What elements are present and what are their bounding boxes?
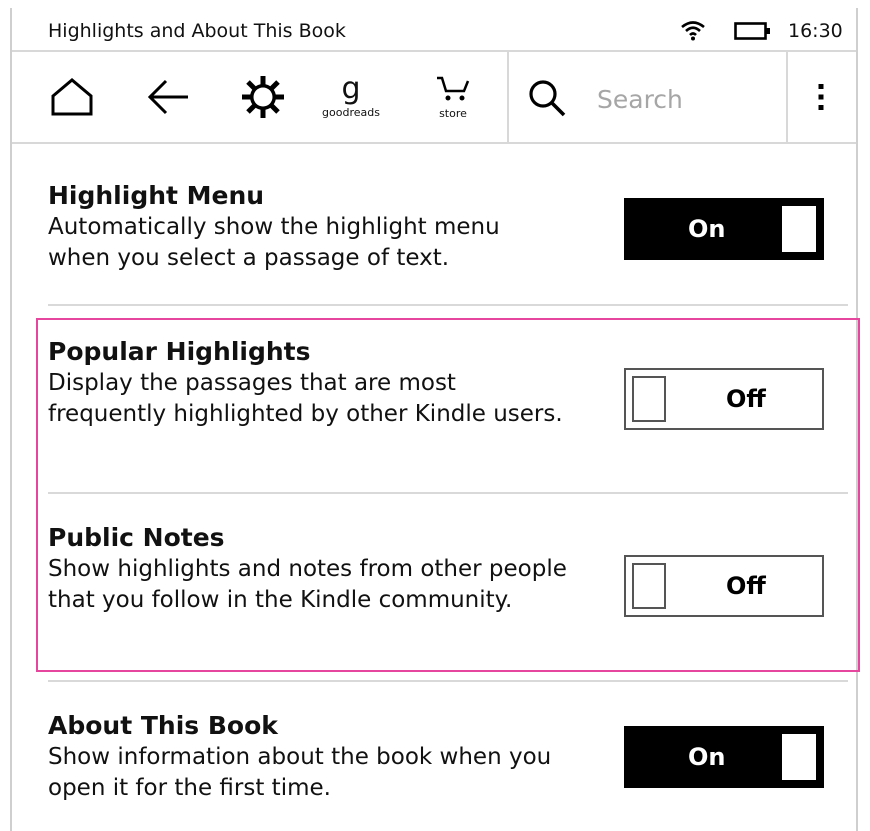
setting-title: Popular Highlights <box>48 337 311 366</box>
toggle-knob <box>782 734 816 780</box>
search-icon <box>529 80 566 117</box>
search-box[interactable] <box>509 52 785 142</box>
menu-button[interactable] <box>788 52 854 142</box>
toggle-state-label: On <box>688 215 726 243</box>
popular-highlights-toggle[interactable]: Off <box>624 368 824 430</box>
toggle-state-label: Off <box>726 385 766 413</box>
setting-description: Show information about the book when you… <box>48 744 552 801</box>
toggle-state-label: On <box>688 743 726 771</box>
store-button[interactable]: store <box>422 52 484 142</box>
wifi-icon <box>681 21 705 41</box>
divider <box>48 680 848 682</box>
cart-icon <box>437 76 470 100</box>
store-label: store <box>439 106 467 120</box>
divider <box>48 492 848 494</box>
status-title: Highlights and About This Book <box>48 20 346 42</box>
setting-title: Public Notes <box>48 523 225 552</box>
toggle-state-label: Off <box>726 572 766 600</box>
public-notes-toggle[interactable]: Off <box>624 555 824 617</box>
goodreads-button[interactable]: g goodreads <box>312 52 390 142</box>
goodreads-icon: g <box>341 70 361 106</box>
battery-icon <box>734 22 770 40</box>
toolbar: g goodreads store <box>12 52 856 144</box>
more-vertical-icon <box>818 84 824 110</box>
gear-icon <box>242 76 284 118</box>
home-icon <box>51 78 93 116</box>
status-time: 16:30 <box>788 20 843 42</box>
toggle-knob <box>632 376 666 422</box>
search-input[interactable] <box>595 80 779 118</box>
device-screen: Highlights and About This Book 16:30 g g… <box>10 8 860 831</box>
settings-button[interactable] <box>234 52 292 142</box>
toggle-knob <box>782 206 816 252</box>
setting-description: Automatically show the highlight menu wh… <box>48 214 500 271</box>
home-button[interactable] <box>44 52 100 142</box>
goodreads-label: goodreads <box>322 105 380 119</box>
about-this-book-toggle[interactable]: On <box>624 726 824 788</box>
setting-description: Show highlights and notes from other peo… <box>48 556 567 613</box>
divider <box>48 304 848 306</box>
back-button[interactable] <box>140 52 196 142</box>
back-arrow-icon <box>147 79 188 115</box>
setting-description: Display the passages that are most frequ… <box>48 370 563 427</box>
highlight-menu-toggle[interactable]: On <box>624 198 824 260</box>
toggle-knob <box>632 563 666 609</box>
status-bar: Highlights and About This Book 16:30 <box>12 8 856 52</box>
